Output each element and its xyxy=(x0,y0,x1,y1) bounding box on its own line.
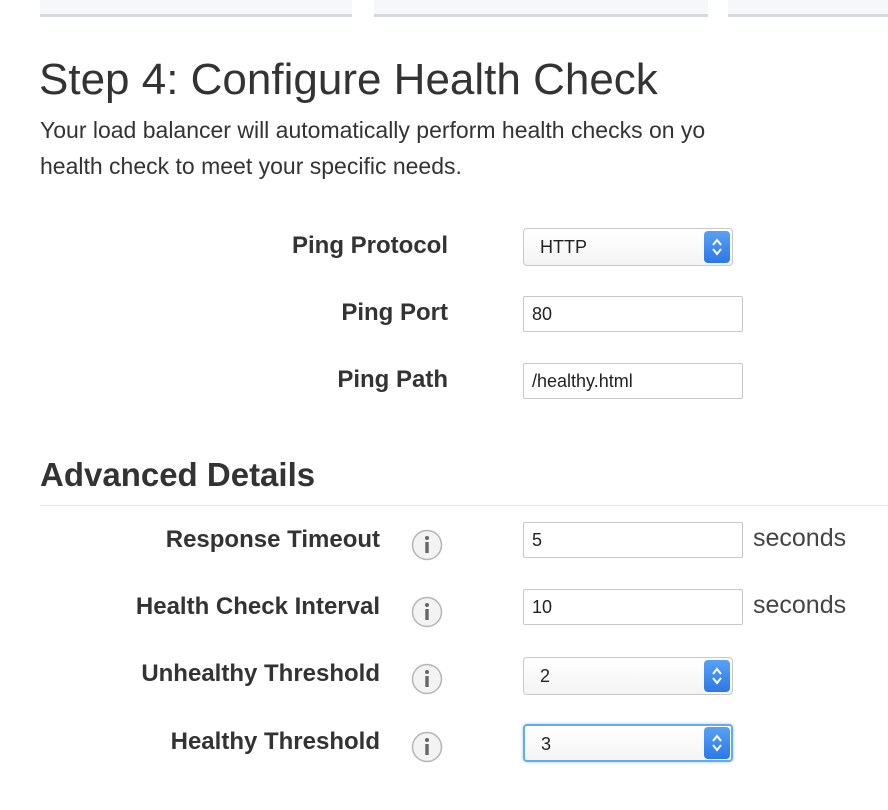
unhealthy-threshold-value: 2 xyxy=(540,666,551,686)
ping-port-label: Ping Port xyxy=(341,299,448,326)
ping-path-label: Ping Path xyxy=(337,366,448,393)
wizard-tab-previous[interactable] xyxy=(40,0,352,17)
chevron-up-down-icon[interactable] xyxy=(704,727,730,759)
response-timeout-input[interactable]: 5 xyxy=(523,522,743,558)
page-title: Step 4: Configure Health Check xyxy=(39,55,658,104)
page-description: Your load balancer will automatically pe… xyxy=(40,112,888,184)
description-line-1: Your load balancer will automatically pe… xyxy=(40,117,706,143)
response-timeout-unit: seconds xyxy=(753,524,847,552)
info-icon[interactable] xyxy=(411,663,443,695)
ping-path-input[interactable]: /healthy.html xyxy=(523,363,743,399)
section-divider xyxy=(40,505,888,506)
info-icon[interactable] xyxy=(411,731,443,763)
health-check-interval-unit: seconds xyxy=(753,591,847,619)
response-timeout-label: Response Timeout xyxy=(165,526,380,553)
wizard-tab-next[interactable] xyxy=(728,0,888,17)
wizard-tabs xyxy=(0,0,888,22)
ping-protocol-label: Ping Protocol xyxy=(292,232,448,259)
healthy-threshold-value: 3 xyxy=(541,734,552,754)
healthy-threshold-select[interactable]: 3 xyxy=(523,724,733,762)
health-check-interval-label: Health Check Interval xyxy=(135,593,380,620)
ping-protocol-value: HTTP xyxy=(540,237,587,257)
ping-protocol-select[interactable]: HTTP xyxy=(523,228,733,266)
health-check-interval-input[interactable]: 10 xyxy=(523,589,743,625)
description-line-2: health check to meet your specific needs… xyxy=(40,153,462,179)
ping-port-input[interactable]: 80 xyxy=(523,296,743,332)
advanced-details-heading: Advanced Details xyxy=(40,456,316,493)
unhealthy-threshold-label: Unhealthy Threshold xyxy=(141,660,380,687)
wizard-tab-current[interactable] xyxy=(374,0,708,17)
info-icon[interactable] xyxy=(411,596,443,628)
chevron-up-down-icon[interactable] xyxy=(704,660,730,692)
chevron-up-down-icon[interactable] xyxy=(704,231,730,263)
unhealthy-threshold-select[interactable]: 2 xyxy=(523,657,733,695)
healthy-threshold-label: Healthy Threshold xyxy=(170,728,380,755)
page: Step 4: Configure Health Check Your load… xyxy=(0,0,888,810)
info-icon[interactable] xyxy=(411,529,443,561)
